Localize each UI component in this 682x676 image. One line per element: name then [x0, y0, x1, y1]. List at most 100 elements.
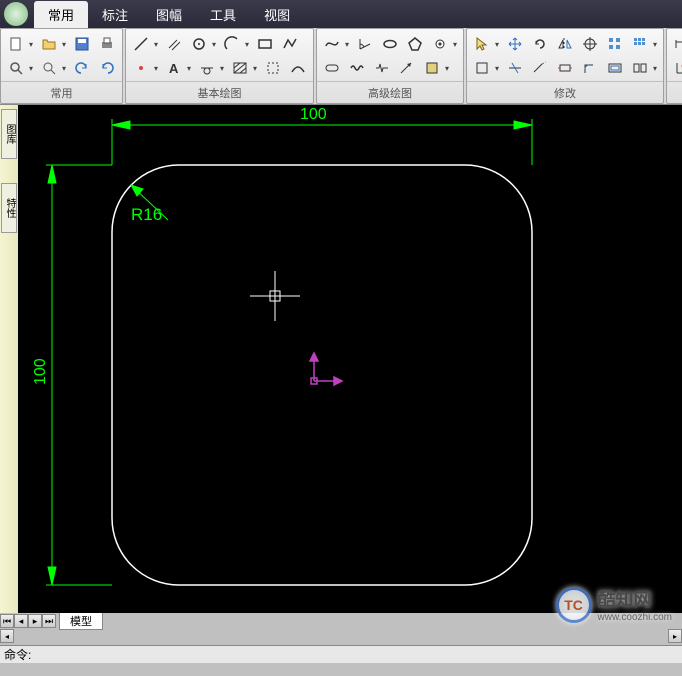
left-sidebar: 图库 特性 — [0, 105, 18, 613]
dropdown-arrow-icon[interactable]: ▾ — [153, 40, 159, 49]
explode-tool[interactable] — [630, 58, 650, 78]
menu-tools[interactable]: 工具 — [196, 1, 250, 28]
panel-label: 标注 — [667, 81, 682, 103]
hatch-tool[interactable] — [230, 58, 250, 78]
dropdown-arrow-icon[interactable]: ▾ — [28, 40, 34, 49]
select-tool[interactable] — [472, 34, 492, 54]
tab-nav-next[interactable]: ▸ — [28, 614, 42, 628]
circle-tool[interactable] — [189, 34, 209, 54]
break-tool[interactable] — [372, 58, 392, 78]
menu-annotate[interactable]: 标注 — [88, 1, 142, 28]
gear-tool[interactable] — [430, 34, 450, 54]
dropdown-arrow-icon[interactable]: ▾ — [219, 64, 225, 73]
region-tool[interactable] — [263, 58, 283, 78]
stretch-tool[interactable] — [555, 58, 575, 78]
watermark-logo-icon: TC — [556, 587, 592, 623]
dropdown-arrow-icon[interactable]: ▾ — [28, 64, 34, 73]
parallel-tool[interactable] — [164, 34, 184, 54]
drawing-svg — [18, 105, 682, 613]
panel-label: 基本绘图 — [126, 81, 313, 103]
panel-label: 高级绘图 — [317, 81, 463, 103]
open-doc-button[interactable] — [39, 34, 59, 54]
fillet-tool[interactable] — [580, 58, 600, 78]
polygon-tool[interactable] — [405, 34, 425, 54]
horizontal-scrollbar[interactable]: ◂ ▸ — [0, 629, 682, 645]
dropdown-arrow-icon[interactable]: ▾ — [494, 64, 500, 73]
command-label: 命令: — [4, 646, 31, 663]
tangent-tool[interactable] — [197, 58, 217, 78]
arrow-tool[interactable] — [397, 58, 417, 78]
polyline-tool[interactable] — [280, 34, 300, 54]
ribbon-panel-advanced-draw: ▾ ▾ ▾ 高级绘图 — [316, 28, 464, 104]
wave-tool[interactable] — [347, 58, 367, 78]
extend-tool[interactable] — [530, 58, 550, 78]
new-doc-button[interactable] — [6, 34, 26, 54]
dropdown-arrow-icon[interactable]: ▾ — [252, 64, 258, 73]
ribbon-panel-basic-draw: ▾ ▾ ▾ ▾ A ▾ ▾ ▾ 基本绘图 — [125, 28, 314, 104]
block-tool[interactable] — [422, 58, 442, 78]
dropdown-arrow-icon[interactable]: ▾ — [153, 64, 159, 73]
dropdown-arrow-icon[interactable]: ▾ — [211, 40, 217, 49]
arc-tool[interactable] — [222, 34, 242, 54]
scroll-left-button[interactable]: ◂ — [0, 629, 14, 643]
scroll-right-button[interactable]: ▸ — [668, 629, 682, 643]
zoom-button[interactable] — [6, 58, 26, 78]
watermark-url: www.coozhi.com — [598, 612, 672, 623]
ellipse-tool[interactable] — [380, 34, 400, 54]
tab-nav-last[interactable]: ⏭ — [42, 614, 56, 628]
dropdown-arrow-icon[interactable]: ▾ — [452, 40, 458, 49]
dropdown-arrow-icon[interactable]: ▾ — [444, 64, 450, 73]
menu-frame[interactable]: 图幅 — [142, 1, 196, 28]
array-polar-tool[interactable] — [630, 34, 650, 54]
drawing-canvas[interactable]: 100 100 R16 TC 酷知网 www.coozhi.com — [18, 105, 682, 613]
panel-label: 常用 — [1, 81, 122, 103]
dropdown-arrow-icon[interactable]: ▾ — [494, 40, 500, 49]
offset-tool[interactable] — [472, 58, 492, 78]
rect-tool[interactable] — [255, 34, 275, 54]
dropdown-arrow-icon[interactable]: ▾ — [244, 40, 250, 49]
curve-tool[interactable] — [288, 58, 308, 78]
angle-tool[interactable] — [355, 34, 375, 54]
spline-tool[interactable] — [322, 34, 342, 54]
tab-nav-prev[interactable]: ◂ — [14, 614, 28, 628]
center-tool[interactable] — [580, 34, 600, 54]
slot-tool[interactable] — [322, 58, 342, 78]
point-tool[interactable] — [131, 58, 151, 78]
svg-text:A: A — [169, 61, 179, 76]
sidebar-properties-button[interactable]: 特性 — [1, 183, 17, 233]
command-line: 命令: — [0, 645, 682, 663]
print-button[interactable] — [97, 34, 117, 54]
app-logo-icon[interactable] — [4, 2, 28, 26]
move-tool[interactable] — [505, 34, 525, 54]
ribbon: ▾ ▾ ▾ ▾ 常用 ▾ ▾ ▾ — [0, 28, 682, 105]
tab-nav-first[interactable]: ⏮ — [0, 614, 14, 628]
sidebar-library-button[interactable]: 图库 — [1, 109, 17, 159]
dropdown-arrow-icon[interactable]: ▾ — [61, 64, 67, 73]
redo-button[interactable] — [97, 58, 117, 78]
tab-model[interactable]: 模型 — [59, 612, 103, 630]
dropdown-arrow-icon[interactable]: ▾ — [344, 40, 350, 49]
pan-button[interactable] — [39, 58, 59, 78]
rotate-tool[interactable] — [530, 34, 550, 54]
menu-bar: 常用 标注 图幅 工具 视图 — [0, 0, 682, 28]
dropdown-arrow-icon[interactable]: ▾ — [652, 40, 658, 49]
save-button[interactable] — [72, 34, 92, 54]
dropdown-arrow-icon[interactable]: ▾ — [186, 64, 192, 73]
dropdown-arrow-icon[interactable]: ▾ — [61, 40, 67, 49]
command-input[interactable] — [31, 648, 682, 662]
dropdown-arrow-icon[interactable]: ▾ — [652, 64, 658, 73]
ribbon-panel-modify: ▾ ▾ ▾ ▾ 修改 — [466, 28, 664, 104]
trim-tool[interactable] — [505, 58, 525, 78]
main-area: 图库 特性 — [0, 105, 682, 613]
mirror-tool[interactable] — [555, 34, 575, 54]
undo-button[interactable] — [72, 58, 92, 78]
text-tool[interactable]: A — [164, 58, 184, 78]
dim-coord-tool[interactable] — [672, 58, 682, 78]
menu-common[interactable]: 常用 — [34, 1, 88, 28]
menu-view[interactable]: 视图 — [250, 1, 304, 28]
array-rect-tool[interactable] — [605, 34, 625, 54]
dim-linear-tool[interactable] — [672, 34, 682, 54]
chamfer-tool[interactable] — [605, 58, 625, 78]
line-tool[interactable] — [131, 34, 151, 54]
panel-label: 修改 — [467, 81, 663, 103]
